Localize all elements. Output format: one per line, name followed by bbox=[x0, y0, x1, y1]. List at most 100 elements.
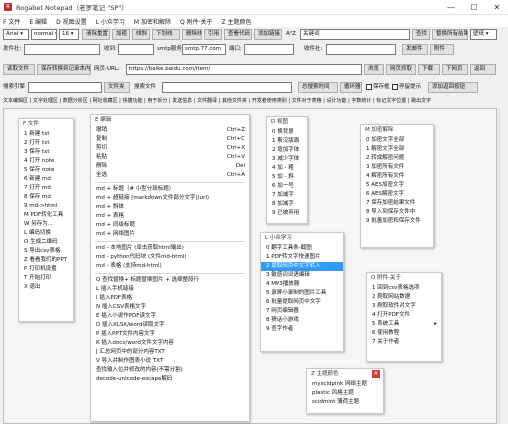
list-item[interactable]: plastic 风格主题 bbox=[307, 389, 383, 398]
list-item[interactable]: M PDF转化工具 bbox=[19, 211, 73, 220]
list-item[interactable]: decode-unicode-escape解码 bbox=[91, 375, 249, 384]
list-item[interactable]: I 插入PDF表格 bbox=[91, 294, 249, 303]
bold-button[interactable]: 加粗 bbox=[112, 29, 130, 40]
list-item[interactable]: 7 关于作者 bbox=[367, 338, 441, 347]
quote-button[interactable]: 引用 bbox=[204, 29, 222, 40]
search-file-input[interactable] bbox=[162, 82, 292, 93]
list-item[interactable]: 4 打开PDF文件 bbox=[367, 311, 441, 320]
sender-input[interactable] bbox=[24, 44, 100, 55]
send-mail-button[interactable]: 发邮件 bbox=[402, 44, 428, 55]
list-item[interactable]: 6 加一号 bbox=[267, 182, 307, 191]
list-item[interactable]: 9 批量加密和保存文件 bbox=[361, 217, 433, 226]
paste-item[interactable]: 粘贴 Ctrl+V bbox=[91, 153, 249, 162]
vertical-scrollbar[interactable] bbox=[499, 108, 508, 424]
list-item[interactable]: O 生成二维码 bbox=[19, 238, 73, 247]
strike-button[interactable]: 删除线 bbox=[182, 29, 202, 40]
list-item[interactable]: 5 录屏小录制的图片工具 bbox=[261, 289, 343, 298]
list-item[interactable]: 0 翻字工具条-截图 bbox=[261, 244, 343, 253]
loop-button[interactable]: 循环器 bbox=[340, 82, 362, 93]
close-icon[interactable]: ✕ bbox=[372, 370, 380, 378]
list-item[interactable]: 8 加减字 bbox=[267, 200, 307, 209]
copy-item[interactable]: 复制 Ctrl+C bbox=[91, 135, 249, 144]
list-item[interactable]: K 插入docx/word文件文字内容 bbox=[91, 339, 249, 348]
attach-button[interactable]: 附件 bbox=[430, 44, 454, 55]
list-item[interactable]: 9 已被弃用 bbox=[267, 209, 307, 218]
list-item[interactable]: 1 PDF转文字快速图片 bbox=[261, 253, 343, 262]
list-item[interactable]: md - 本地图片 (双击获取html输出) bbox=[91, 244, 249, 253]
list-item[interactable]: 6 AES解密文字 bbox=[361, 190, 433, 199]
list-item[interactable]: 1 回到csv表格选项 bbox=[367, 284, 441, 293]
list-item[interactable]: md + 斜体 bbox=[91, 203, 249, 212]
list-item[interactable]: 2 打开 txt bbox=[19, 139, 73, 148]
find-button[interactable]: 查找 bbox=[412, 29, 430, 40]
url-input[interactable]: https://baike.baidu.com/item/ bbox=[126, 64, 362, 75]
recv-addr-input[interactable] bbox=[326, 44, 396, 55]
list-item[interactable]: 3 敏感词词语编辑 bbox=[261, 271, 343, 280]
next-page-button[interactable]: 下网页 bbox=[442, 64, 468, 75]
list-item[interactable]: myscidpink 网络主题 bbox=[307, 380, 383, 389]
download-button[interactable]: 下载 bbox=[418, 64, 440, 75]
folder-button[interactable]: 文件夹 bbox=[104, 82, 130, 93]
list-item[interactable]: 3 保存 txt bbox=[19, 148, 73, 157]
list-item[interactable]: N 插入CSV表格文字 bbox=[91, 303, 249, 312]
list-item[interactable]: 3 加密所有文件 bbox=[361, 163, 433, 172]
find-input[interactable]: 关键词 bbox=[300, 29, 410, 40]
list-item[interactable]: 2 转成解密问题 bbox=[361, 154, 433, 163]
list-item[interactable]: X 退出 bbox=[19, 283, 73, 292]
size-num-select[interactable]: 16 ▾ bbox=[59, 29, 79, 40]
list-item[interactable]: L 编码切换 bbox=[19, 229, 73, 238]
list-item[interactable]: L 插入手机链接 bbox=[91, 285, 249, 294]
undo-item[interactable]: 撤销 Ctrl+Z bbox=[91, 126, 249, 135]
list-item[interactable]: 8 导入到保存文件中 bbox=[361, 208, 433, 217]
list-item[interactable]: md + 同级标题 bbox=[91, 221, 249, 230]
cut-item[interactable]: 剪切 Ctrl+X bbox=[91, 144, 249, 153]
save-box-checkbox[interactable]: 保存框 bbox=[366, 82, 390, 93]
list-item[interactable]: 6 批量提取网页中文字 bbox=[261, 298, 343, 307]
list-item[interactable]: 4 MP3播放器 bbox=[261, 280, 343, 289]
tabs-strip[interactable]: 文本编辑区 | 文字处理区 | 数据分析区 | 网址收藏区 | 快捷功能 | 用… bbox=[3, 96, 497, 107]
minimize-button[interactable]: — bbox=[440, 0, 462, 15]
menu-learn[interactable]: L 小众学习 bbox=[96, 17, 125, 26]
crawl-button[interactable]: 网页抓取 bbox=[386, 64, 416, 75]
smtp-input[interactable]: smtp.77.com bbox=[182, 44, 226, 55]
list-item[interactable]: J 汇总网页中的部分内容TXT bbox=[91, 348, 249, 357]
theme-select[interactable]: 壁纸 ▾ bbox=[470, 29, 497, 40]
menu-crypt[interactable]: M 加密和解除 bbox=[134, 17, 171, 26]
list-item[interactable]: Q 查找替换+ 标题替换图片 + 选择整段行 bbox=[91, 276, 249, 285]
list-item[interactable]: 7 打开 md bbox=[19, 184, 73, 193]
list-item[interactable]: 6 使用教程 bbox=[367, 329, 441, 338]
select-all-item[interactable]: 全选 Ctrl+A bbox=[91, 171, 249, 180]
menu-edit[interactable]: E 编辑 bbox=[29, 17, 47, 26]
menu-theme[interactable]: Z 主题颜色 bbox=[222, 17, 252, 26]
list-item[interactable]: W 另存为... bbox=[19, 220, 73, 229]
delete-item[interactable]: 删除 Del bbox=[91, 162, 249, 171]
close-button[interactable]: ✕ bbox=[486, 0, 508, 15]
list-item[interactable]: 4 解密所有文件 bbox=[361, 172, 433, 181]
list-item[interactable]: md - 表格 (支持md-html) bbox=[91, 262, 249, 271]
list-item[interactable]: 0 换背景 bbox=[267, 128, 307, 137]
list-item[interactable]: 5 AES加密文字 bbox=[361, 181, 433, 190]
list-item[interactable]: 8 猜话小游戏 bbox=[261, 316, 343, 325]
italic-button[interactable]: 倾斜 bbox=[132, 29, 150, 40]
maximize-button[interactable]: ☐ bbox=[463, 0, 485, 15]
read-file-button[interactable]: 读取文件 bbox=[3, 64, 35, 75]
list-item[interactable]: 0 加密文字全部 bbox=[361, 136, 433, 145]
list-item[interactable]: V 导入并制作图表小说 TXT bbox=[91, 357, 249, 366]
list-item[interactable]: 4 打开 note bbox=[19, 157, 73, 166]
menu-about[interactable]: Q 附件·关于 bbox=[180, 17, 213, 26]
list-item[interactable]: 8 保存 md bbox=[19, 193, 73, 202]
list-item[interactable]: P 打印机设置 bbox=[19, 265, 73, 274]
list-item[interactable]: S 导出csv表格 bbox=[19, 247, 73, 256]
total-time-button[interactable]: 总搜索时间 bbox=[298, 82, 338, 93]
submenu-item[interactable]: 5 系统工具 ▸ bbox=[367, 320, 441, 329]
list-item[interactable]: 7 保存加密结果文件 bbox=[361, 199, 433, 208]
list-item[interactable]: 7 加减字 bbox=[267, 191, 307, 200]
menu-file[interactable]: F 文件 bbox=[3, 17, 20, 26]
list-item[interactable]: 7 网页编辑器 bbox=[261, 307, 343, 316]
clear-button[interactable]: 清除重置 bbox=[82, 29, 110, 40]
save-convert-button[interactable]: 保存转换到记录本内容 bbox=[37, 64, 91, 75]
list-item[interactable]: 3 爬取软件对文字 bbox=[367, 302, 441, 311]
list-item[interactable]: 1 新建 txt bbox=[19, 130, 73, 139]
view-code-button[interactable]: 查看代码 bbox=[224, 29, 252, 40]
list-item[interactable]: 2 增加字体 bbox=[267, 146, 307, 155]
